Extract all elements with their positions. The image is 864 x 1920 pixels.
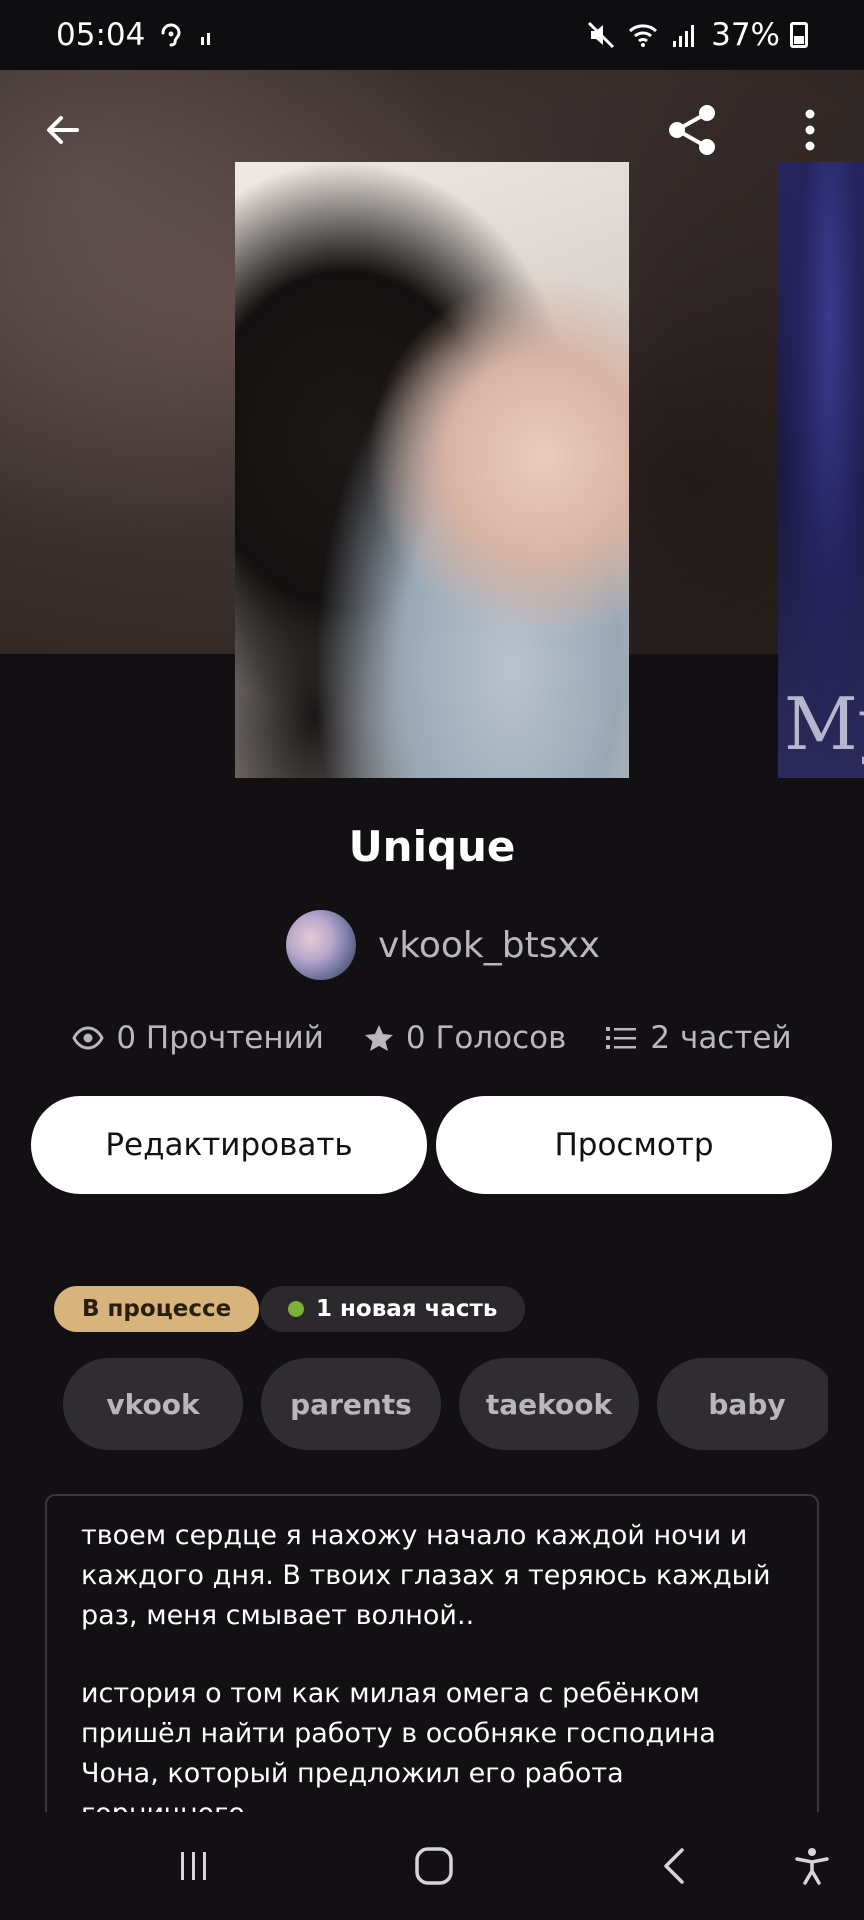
avatar[interactable] <box>286 910 356 980</box>
status-left: 05:04 <box>56 17 229 53</box>
share-icon <box>669 105 715 155</box>
reads-stat: 0 Прочтений <box>72 1020 324 1056</box>
home-icon <box>415 1847 453 1885</box>
preview-button[interactable]: Просмотр <box>436 1096 832 1194</box>
tag-item[interactable]: baby <box>657 1358 828 1450</box>
story-title: Unique <box>348 822 516 871</box>
recent-apps-button[interactable] <box>164 1836 224 1896</box>
chevron-left-icon <box>664 1848 684 1884</box>
list-icon <box>606 1027 637 1049</box>
signal-small-icon <box>201 33 211 45</box>
wifi-icon <box>629 24 658 47</box>
back-button[interactable] <box>33 100 93 160</box>
next-story-cover[interactable]: My <box>778 162 864 778</box>
more-vertical-icon <box>805 109 815 151</box>
description-paragraph: твоем сердце я нахожу начало каждой ночи… <box>81 1520 771 1631</box>
accessibility-icon <box>795 1848 829 1885</box>
tag-item[interactable]: vkook <box>63 1358 243 1450</box>
mute-icon <box>588 21 615 49</box>
star-icon <box>364 1025 393 1051</box>
battery-percent: 37% <box>711 17 780 53</box>
status-right: 37% <box>585 17 808 53</box>
status-badge: В процессе <box>54 1286 260 1332</box>
parts-count: 2 частей <box>650 1020 792 1056</box>
author-row[interactable]: vkook_btsxx <box>286 910 600 980</box>
home-button[interactable] <box>404 1836 464 1896</box>
status-bar: 05:04 37% <box>0 0 864 70</box>
tag-item[interactable]: parents <box>261 1358 441 1450</box>
accessibility-button[interactable] <box>782 1836 842 1896</box>
reads-count: 0 Прочтений <box>116 1020 324 1056</box>
votes-stat: 0 Голосов <box>364 1020 567 1056</box>
tag-item[interactable]: taekook <box>459 1358 639 1450</box>
new-parts-badge: 1 новая часть <box>260 1286 526 1332</box>
signal-icon <box>673 25 695 47</box>
parts-stat: 2 частей <box>606 1020 792 1056</box>
hearing-icon <box>161 23 181 47</box>
new-parts-label: 1 новая часть <box>316 1296 498 1322</box>
share-button[interactable] <box>662 100 722 160</box>
battery-icon <box>790 22 808 48</box>
new-dot-icon <box>288 1301 304 1317</box>
back-nav-button[interactable] <box>646 1836 706 1896</box>
story-description[interactable]: твоем сердце я нахожу начало каждой ночи… <box>45 1494 819 1824</box>
next-cover-text: My <box>784 682 864 766</box>
author-name[interactable]: vkook_btsxx <box>378 925 600 966</box>
more-button[interactable] <box>780 100 840 160</box>
system-nav-bar <box>0 1812 864 1920</box>
edit-button[interactable]: Редактировать <box>31 1096 427 1194</box>
arrow-left-icon <box>47 116 79 144</box>
story-stats: 0 Прочтений 0 Голосов 2 частей <box>0 1020 864 1056</box>
status-time: 05:04 <box>56 17 146 53</box>
recent-apps-icon <box>181 1852 206 1880</box>
story-cover[interactable] <box>235 162 629 778</box>
tag-list: vkook parents taekook baby <box>63 1358 828 1450</box>
description-paragraph: история о том как милая омега с ребёнком… <box>81 1678 716 1824</box>
eye-icon <box>72 1026 105 1050</box>
votes-count: 0 Голосов <box>405 1020 567 1056</box>
